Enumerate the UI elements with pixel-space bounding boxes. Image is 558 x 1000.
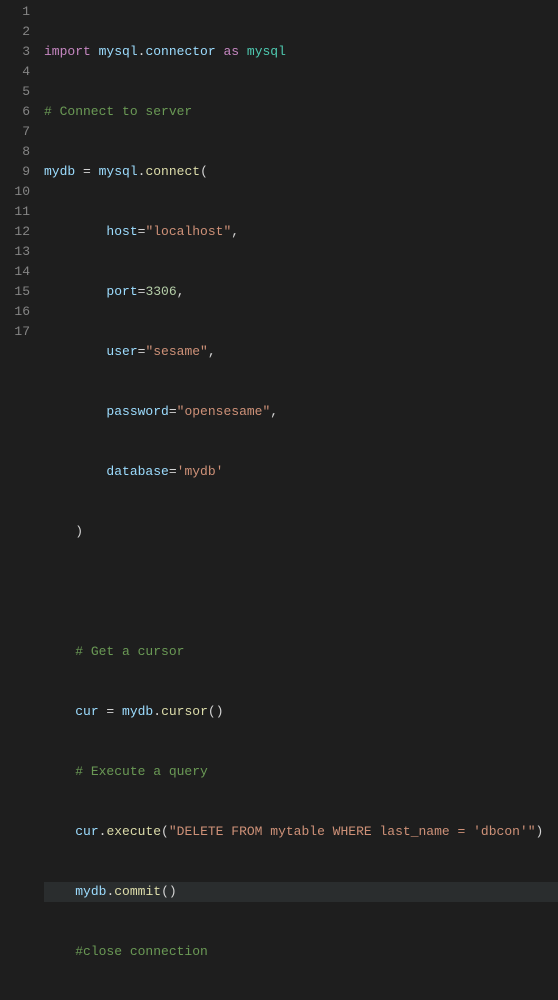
line-number: 13 bbox=[0, 242, 30, 262]
code-area[interactable]: import mysql.connector as mysql # Connec… bbox=[44, 2, 558, 1000]
code-line: database='mydb' bbox=[44, 462, 558, 482]
line-number: 5 bbox=[0, 82, 30, 102]
code-line: password="opensesame", bbox=[44, 402, 558, 422]
line-number: 3 bbox=[0, 42, 30, 62]
line-number: 11 bbox=[0, 202, 30, 222]
line-number: 12 bbox=[0, 222, 30, 242]
line-number: 10 bbox=[0, 182, 30, 202]
line-number: 2 bbox=[0, 22, 30, 42]
code-line bbox=[44, 582, 558, 602]
code-line: port=3306, bbox=[44, 282, 558, 302]
code-line: user="sesame", bbox=[44, 342, 558, 362]
line-number: 4 bbox=[0, 62, 30, 82]
line-number: 17 bbox=[0, 322, 30, 342]
code-line: # Connect to server bbox=[44, 102, 558, 122]
line-number: 7 bbox=[0, 122, 30, 142]
line-number: 15 bbox=[0, 282, 30, 302]
line-number: 16 bbox=[0, 302, 30, 322]
code-line: cur = mydb.cursor() bbox=[44, 702, 558, 722]
line-number-gutter: 1 2 3 4 5 6 7 8 9 10 11 12 13 14 15 16 1… bbox=[0, 2, 44, 1000]
code-line: ) bbox=[44, 522, 558, 542]
line-number: 9 bbox=[0, 162, 30, 182]
line-number: 1 bbox=[0, 2, 30, 22]
code-line-current: mydb.commit() bbox=[44, 882, 558, 902]
line-number: 6 bbox=[0, 102, 30, 122]
code-line: import mysql.connector as mysql bbox=[44, 42, 558, 62]
line-number: 14 bbox=[0, 262, 30, 282]
code-line: # Execute a query bbox=[44, 762, 558, 782]
code-line: #close connection bbox=[44, 942, 558, 962]
line-number: 8 bbox=[0, 142, 30, 162]
code-line: # Get a cursor bbox=[44, 642, 558, 662]
code-line: host="localhost", bbox=[44, 222, 558, 242]
code-line: cur.execute("DELETE FROM mytable WHERE l… bbox=[44, 822, 558, 842]
code-line: mydb = mysql.connect( bbox=[44, 162, 558, 182]
code-editor[interactable]: 1 2 3 4 5 6 7 8 9 10 11 12 13 14 15 16 1… bbox=[0, 0, 558, 1000]
